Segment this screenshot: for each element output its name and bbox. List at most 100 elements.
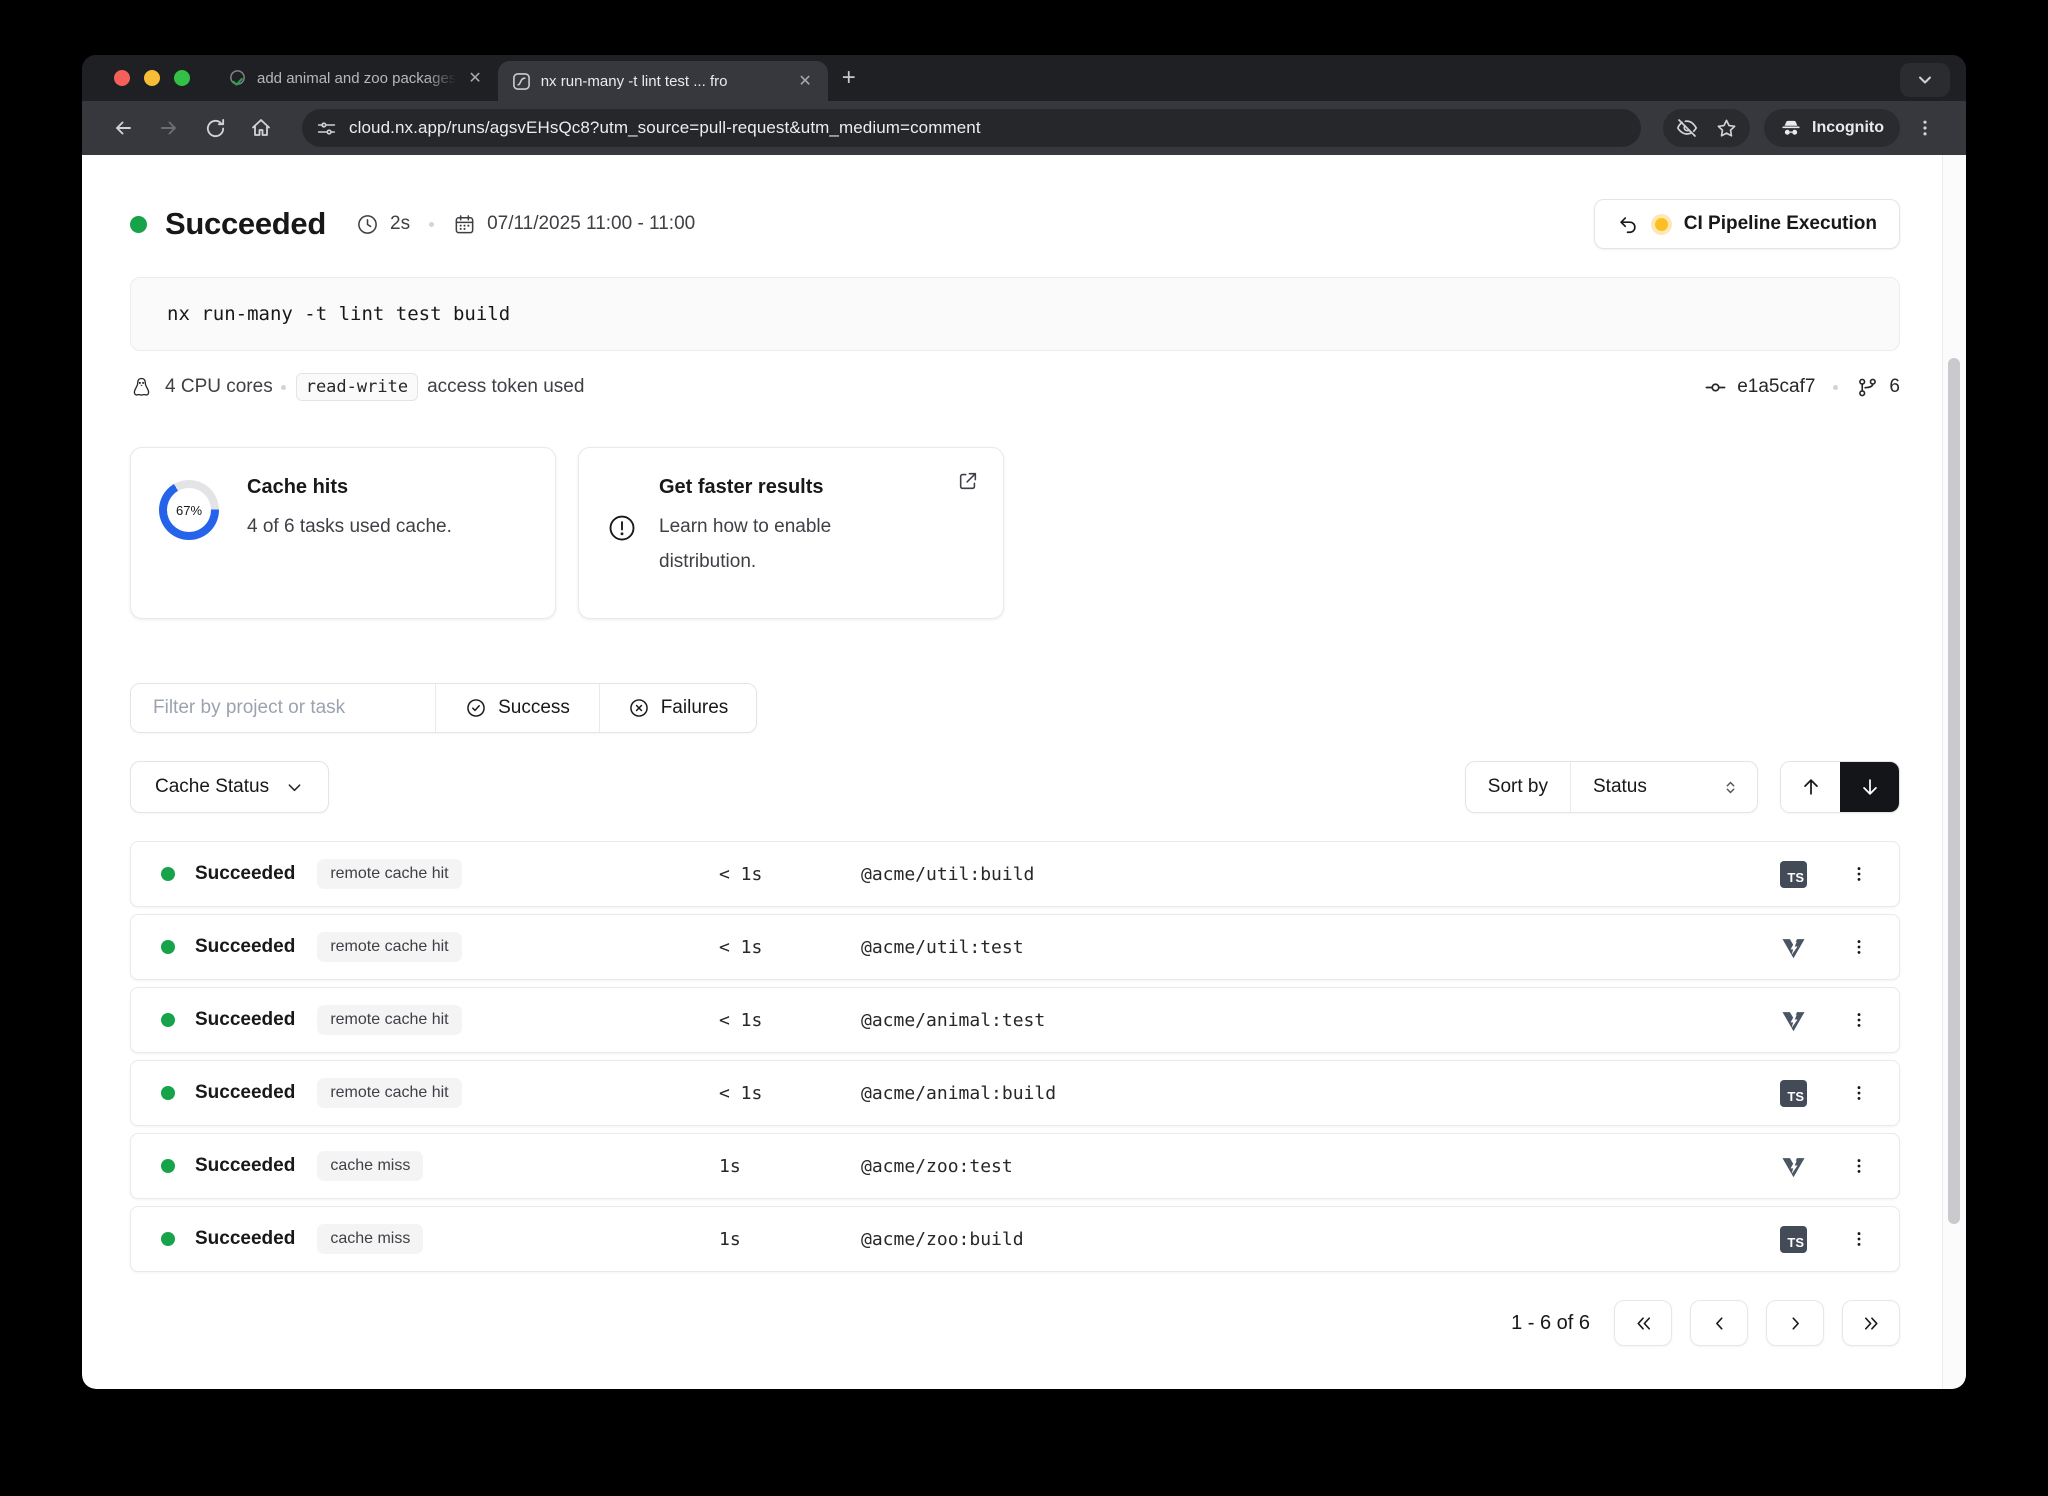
filter-input[interactable] [131,684,436,732]
sort-select-value: Status [1593,776,1647,798]
forward-button[interactable] [150,109,188,147]
vitest-icon [1780,1153,1807,1180]
calendar-icon [453,213,476,236]
task-row[interactable]: Succeeded remote cache hit < 1s @acme/an… [130,987,1900,1053]
access-token-suffix: access token used [427,376,584,398]
eye-off-icon[interactable] [1675,116,1699,140]
get-faster-results-card[interactable]: Get faster results Learn how to enable d… [578,447,1004,619]
task-row[interactable]: Succeeded remote cache hit < 1s @acme/an… [130,1060,1900,1126]
linux-tux-icon [130,376,153,399]
status-dot [130,216,147,233]
row-duration: < 1s [719,864,861,885]
tab-search-button[interactable] [1900,63,1950,97]
filter-success-toggle[interactable]: Success [436,684,600,732]
row-menu-icon[interactable] [1849,1229,1869,1249]
branch-count[interactable]: 6 [1889,376,1900,398]
close-window-button[interactable] [114,70,130,86]
typescript-icon: TS [1780,1080,1807,1107]
task-row[interactable]: Succeeded cache miss 1s @acme/zoo:test [130,1133,1900,1199]
home-button[interactable] [242,109,280,147]
cache-hit-donut-chart: 67% [159,480,219,540]
row-task-name[interactable]: @acme/animal:build [861,1083,1056,1104]
cache-hits-title: Cache hits [247,476,452,499]
row-status-label: Succeeded [195,863,295,885]
sort-direction-group [1780,761,1900,813]
cache-status-dropdown[interactable]: Cache Status [130,761,329,813]
cache-hit-percent: 67% [159,480,219,540]
faster-results-title: Get faster results [659,476,831,499]
task-row[interactable]: Succeeded remote cache hit < 1s @acme/ut… [130,841,1900,907]
tab-nx-run[interactable]: nx run-many -t lint test ... fro ✕ [498,61,828,101]
row-cache-badge: remote cache hit [317,1005,461,1035]
x-circle-icon [628,697,650,719]
row-status-dot [161,940,175,954]
first-page-button[interactable] [1614,1300,1672,1346]
row-status-label: Succeeded [195,1082,295,1104]
row-status-dot [161,1013,175,1027]
window-controls [114,70,190,86]
external-link-icon[interactable] [957,470,979,492]
row-menu-icon[interactable] [1849,1083,1869,1103]
new-tab-button[interactable]: + [842,66,856,90]
vitest-icon [1780,1007,1807,1034]
row-menu-icon[interactable] [1849,1010,1869,1030]
row-task-name[interactable]: @acme/zoo:build [861,1229,1024,1250]
separator-dot [429,222,434,227]
nx-cloud-page: Succeeded 2s 07/11/2025 11:00 - 11:00 [82,155,1966,1389]
task-row[interactable]: Succeeded remote cache hit < 1s @acme/ut… [130,914,1900,980]
row-task-name[interactable]: @acme/animal:test [861,1010,1045,1031]
select-chevrons-icon [1722,779,1739,796]
tab-close-icon[interactable]: ✕ [796,71,813,91]
url-text: cloud.nx.app/runs/agsvEHsQc8?utm_source=… [349,118,981,138]
row-cache-badge: remote cache hit [317,859,461,889]
command-block: nx run-many -t lint test build [130,277,1900,351]
row-status-dot [161,1232,175,1246]
minimize-window-button[interactable] [144,70,160,86]
pagination: 1 - 6 of 6 [130,1300,1900,1346]
row-menu-icon[interactable] [1849,1156,1869,1176]
row-status-label: Succeeded [195,936,295,958]
bookmark-star-icon[interactable] [1715,117,1738,140]
row-status-dot [161,867,175,881]
previous-page-button[interactable] [1690,1300,1748,1346]
sort-select[interactable]: Status [1571,762,1757,812]
row-duration: < 1s [719,1083,861,1104]
url-bar[interactable]: cloud.nx.app/runs/agsvEHsQc8?utm_source=… [302,109,1641,147]
sort-ascending-button[interactable] [1781,762,1840,812]
row-menu-icon[interactable] [1849,937,1869,957]
ci-pipeline-execution-button[interactable]: CI Pipeline Execution [1594,199,1900,249]
row-cache-badge: cache miss [317,1151,423,1181]
row-task-name[interactable]: @acme/util:test [861,937,1024,958]
commit-sha[interactable]: e1a5caf7 [1737,376,1815,398]
zoom-window-button[interactable] [174,70,190,86]
task-row[interactable]: Succeeded cache miss 1s @acme/zoo:build … [130,1206,1900,1272]
reload-button[interactable] [196,109,234,147]
browser-menu-icon[interactable] [1906,109,1944,147]
vitest-icon [1780,934,1807,961]
page-scrollbar[interactable] [1942,155,1966,1389]
pull-request-check-icon [228,69,247,88]
task-table: Succeeded remote cache hit < 1s @acme/ut… [130,841,1900,1272]
tab-close-icon[interactable]: ✕ [466,68,483,88]
next-page-button[interactable] [1766,1300,1824,1346]
chevron-down-icon [285,778,304,797]
cpu-cores-label: 4 CPU cores [165,376,273,398]
row-menu-icon[interactable] [1849,864,1869,884]
separator-dot [1833,385,1838,390]
filter-failures-toggle[interactable]: Failures [600,684,756,732]
row-duration: < 1s [719,1010,861,1031]
run-status-title: Succeeded [165,206,326,242]
last-page-button[interactable] [1842,1300,1900,1346]
scrollbar-thumb[interactable] [1948,358,1960,1224]
cache-status-label: Cache Status [155,776,269,798]
incognito-icon [1780,117,1802,139]
site-settings-icon[interactable] [316,118,337,139]
tab-pull-request[interactable]: add animal and zoo packages ✕ [214,55,498,101]
back-button[interactable] [104,109,142,147]
row-status-label: Succeeded [195,1228,295,1250]
sort-descending-button[interactable] [1840,762,1899,812]
row-task-name[interactable]: @acme/zoo:test [861,1156,1013,1177]
separator-dot [281,385,286,390]
commit-icon [1704,376,1727,399]
row-task-name[interactable]: @acme/util:build [861,864,1034,885]
